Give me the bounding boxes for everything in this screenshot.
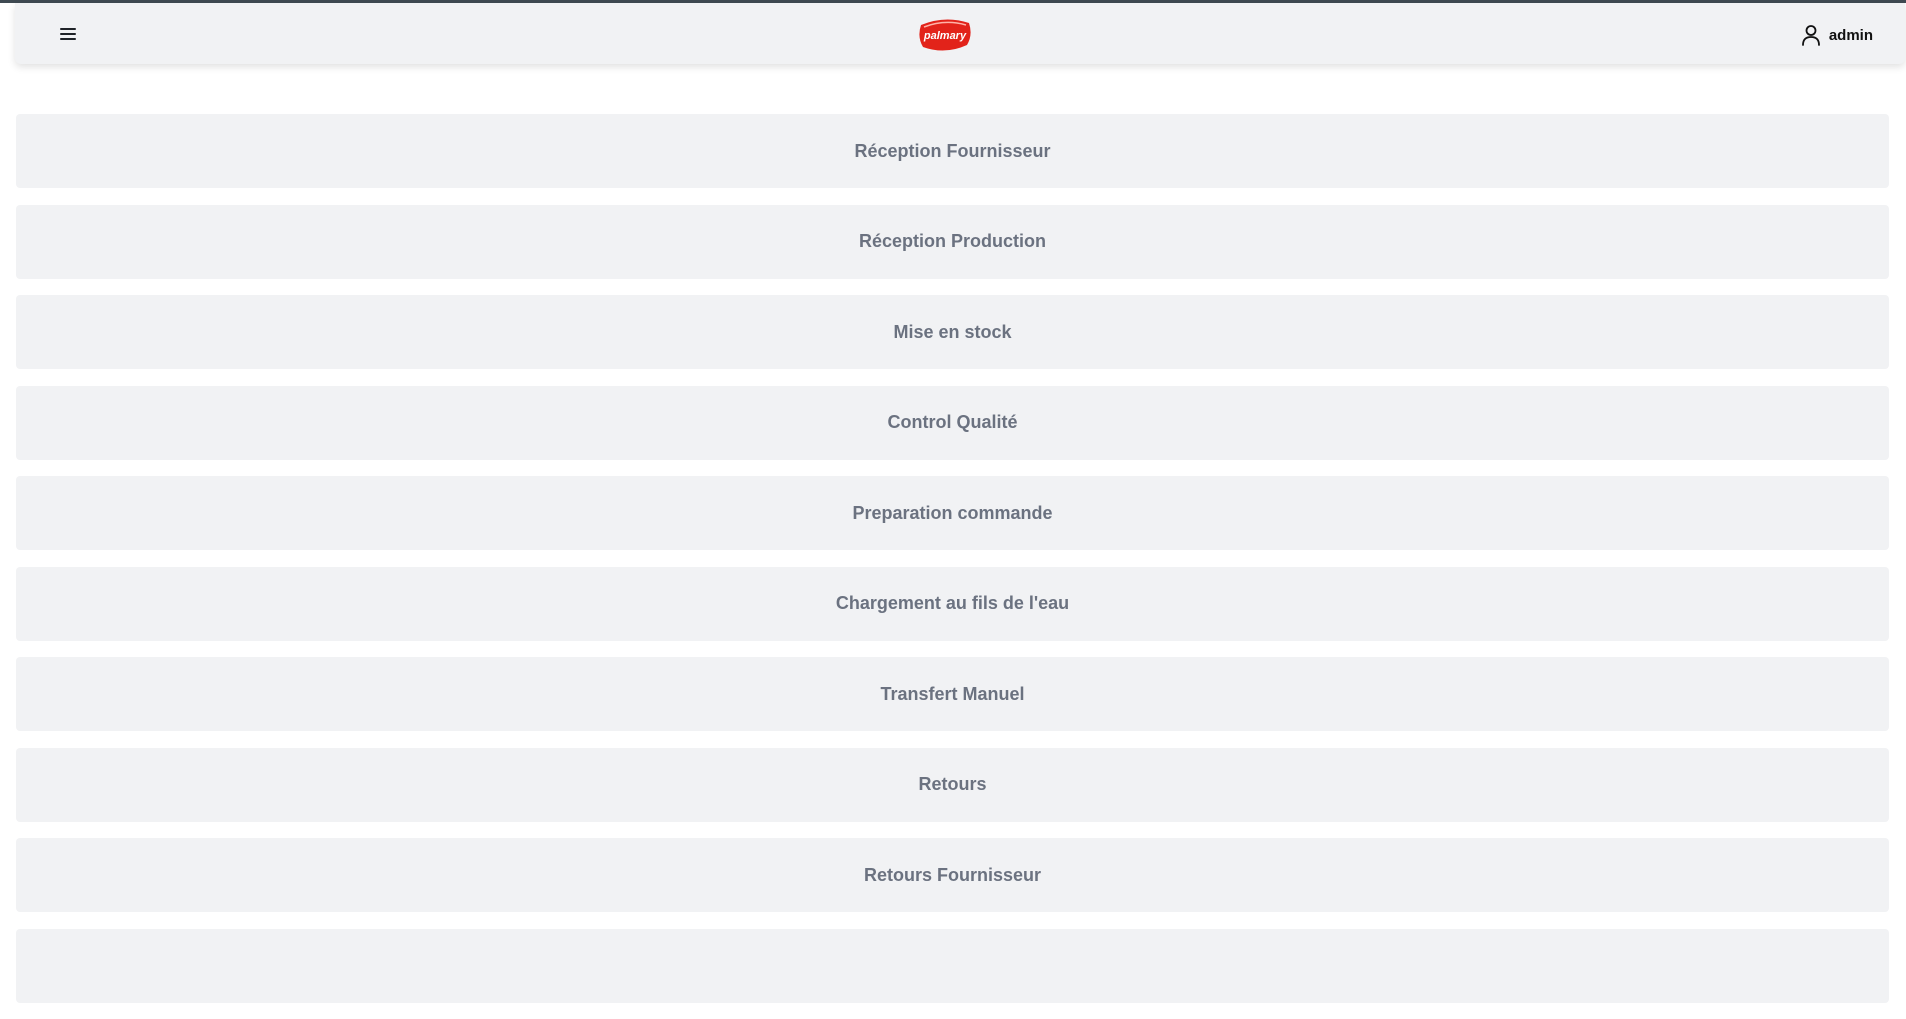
menu-item-reception-production[interactable]: Réception Production [16, 204, 1889, 279]
user-menu[interactable]: admin [1801, 23, 1873, 47]
menu-item-reception-fournisseur[interactable]: Réception Fournisseur [16, 114, 1889, 188]
palmary-logo-mark: palmary [919, 19, 971, 51]
menu-item-label: Preparation commande [852, 502, 1053, 523]
hamburger-menu-icon[interactable] [58, 24, 78, 44]
user-name: admin [1828, 26, 1873, 44]
app-header: palmary admin [15, 3, 1905, 64]
menu-item-label: Retours [918, 774, 987, 794]
menu-item-label: Control Qualité [887, 412, 1018, 432]
menu-item-chargement-fil-eau[interactable]: Chargement au fils de l'eau [16, 566, 1889, 641]
menu-item-label: Réception Fournisseur [854, 140, 1051, 161]
menu-item-control-qualite[interactable]: Control Qualité [16, 385, 1889, 460]
menu-item-label: Retours Fournisseur [863, 864, 1042, 885]
menu-item-label: Réception Production [858, 231, 1046, 251]
menu-item-retours-fournisseur[interactable]: Retours Fournisseur [16, 838, 1889, 912]
menu-item-transfert-manuel[interactable]: Transfert Manuel [16, 657, 1889, 731]
menu-item-mise-en-stock[interactable]: Mise en stock [16, 295, 1889, 369]
logo-text: palmary [923, 30, 967, 42]
user-icon [1801, 25, 1820, 46]
menu-item-label: Mise en stock [893, 321, 1012, 342]
menu-item-retours[interactable]: Retours [16, 747, 1889, 822]
main-menu: Réception Fournisseur Réception Producti… [16, 114, 1889, 1019]
menu-item-label: Chargement au fils de l'eau [835, 593, 1070, 613]
palmary-logo[interactable]: palmary [915, 17, 975, 53]
menu-item-partial[interactable] [16, 928, 1889, 1003]
menu-item-label: Transfert Manuel [880, 683, 1025, 704]
menu-item-preparation-commande[interactable]: Preparation commande [16, 476, 1889, 550]
